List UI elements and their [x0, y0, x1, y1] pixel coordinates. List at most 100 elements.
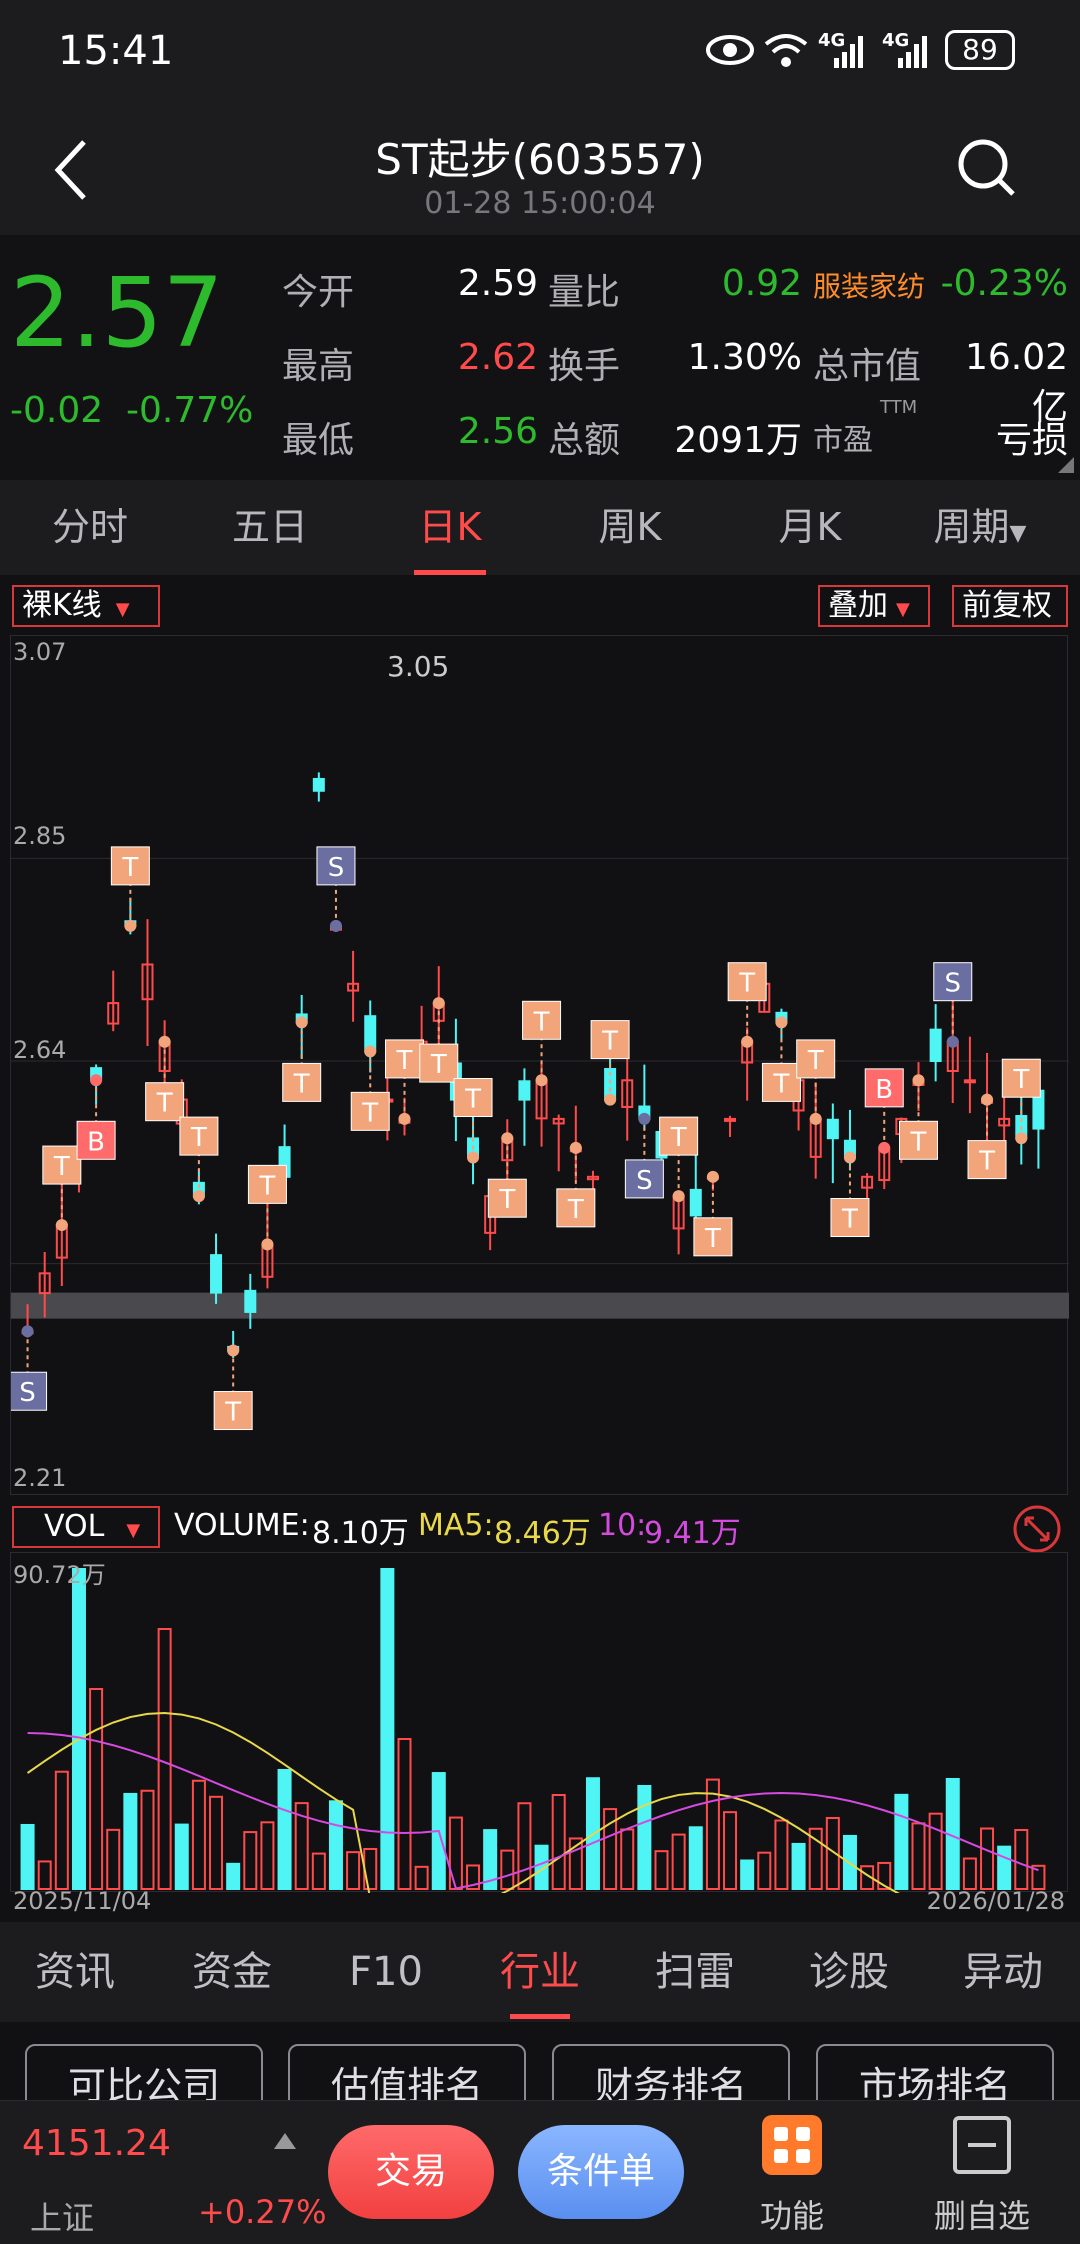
- open-label: 今开: [282, 272, 355, 313]
- support-band: [11, 1292, 1069, 1319]
- function-button[interactable]: 功能: [740, 2111, 844, 2241]
- kline-toolbar: 裸K线 ▼ 叠加 ▼ 前复权: [0, 575, 1080, 635]
- volume-max-label: 90.72万: [13, 1561, 106, 1589]
- grid-icon: [762, 2115, 822, 2175]
- marker-dot: [569, 1141, 582, 1154]
- low-value: 2.56: [457, 411, 538, 452]
- volume-bar: [671, 1833, 686, 1890]
- ma5-label: MA5:: [418, 1508, 494, 1543]
- price-change-pct: -0.77%: [126, 390, 254, 431]
- dropdown-icon: ▼: [896, 599, 910, 620]
- marker-dot: [775, 1016, 788, 1029]
- end-date-label: 2026/01/28: [926, 1887, 1065, 1915]
- trade-button[interactable]: 交易: [328, 2125, 494, 2219]
- marker-dot: [124, 919, 137, 932]
- quote-panel: 2.57 -0.02 -0.77% 今开 2.59 最高 2.62 最低 2.5…: [0, 235, 1080, 480]
- kline-svg: STBTTTTTTSTT TTTTTTSTTTTTTBTSTT: [8, 772, 1069, 1431]
- tab-news[interactable]: 资讯: [10, 1922, 140, 2022]
- tab-diagnosis[interactable]: 诊股: [784, 1922, 914, 2022]
- volume-bar: [260, 1821, 275, 1890]
- trade-marker-text: S: [945, 969, 962, 999]
- amount-value: 2091万: [674, 420, 802, 461]
- remove-watchlist-button[interactable]: 删自选: [920, 2111, 1044, 2241]
- trade-marker-text: T: [704, 1224, 721, 1254]
- tab-daily-k[interactable]: 日K: [380, 480, 520, 575]
- tab-intraday[interactable]: 分时: [20, 480, 160, 575]
- overlay-select[interactable]: 叠加 ▼: [818, 585, 930, 627]
- marker-dot: [946, 1035, 959, 1048]
- turnover-label: 换手: [548, 346, 621, 387]
- start-date-label: 2025/11/04: [13, 1887, 152, 1915]
- marker-dot: [604, 1093, 617, 1106]
- pe-label: 市盈: [813, 423, 873, 458]
- candle-body: [244, 1289, 257, 1313]
- marker-dot: [672, 1190, 685, 1203]
- candle-body: [724, 1117, 737, 1122]
- marker-dot: [295, 1016, 308, 1029]
- volume-bar: [123, 1792, 138, 1890]
- volume-bar: [500, 1849, 515, 1890]
- volume-bar: [243, 1831, 258, 1890]
- adjust-button[interactable]: 前复权: [952, 585, 1068, 627]
- ma10-value: 9.41万: [644, 1516, 741, 1551]
- page-title: ST起步(603557): [375, 135, 705, 184]
- trade-marker-text: T: [156, 1089, 173, 1119]
- index-pct: +0.27%: [198, 2193, 327, 2231]
- y-label-2: 2.85: [13, 822, 67, 850]
- price-change: -0.02: [10, 390, 104, 431]
- tab-monthly-k[interactable]: 月K: [740, 480, 880, 575]
- status-time: 15:41: [58, 28, 174, 74]
- candle-body: [210, 1254, 223, 1294]
- caret-up-icon[interactable]: [272, 2131, 298, 2151]
- trade-marker-text: T: [567, 1195, 584, 1225]
- trade-marker-text: T: [738, 969, 755, 999]
- function-label: 功能: [759, 2197, 824, 2235]
- volume-bar: [517, 1802, 532, 1890]
- marker-dot: [55, 1219, 68, 1232]
- tab-industry[interactable]: 行业: [475, 1922, 605, 2022]
- volume-value: 8.10万: [312, 1516, 409, 1551]
- marker-dot: [261, 1238, 274, 1251]
- wifi-icon: [764, 34, 808, 67]
- expand-corner-icon[interactable]: [1058, 457, 1074, 473]
- candle-body: [826, 1118, 839, 1140]
- volume-bar: [414, 1865, 429, 1890]
- remove-label: 删自选: [933, 2197, 1030, 2235]
- tab-weekly-k[interactable]: 周K: [560, 480, 700, 575]
- volume-bar: [1014, 1828, 1029, 1890]
- marker-dot: [90, 1074, 103, 1087]
- volume-bar: [705, 1778, 720, 1891]
- tab-funds[interactable]: 资金: [167, 1922, 297, 2022]
- volume-ratio-label: 量比: [548, 272, 621, 313]
- volume-bar: [980, 1827, 995, 1891]
- condition-order-button[interactable]: 条件单: [518, 2125, 684, 2219]
- trade-marker-text: T: [224, 1398, 241, 1428]
- search-icon[interactable]: [955, 136, 1019, 200]
- tab-anomaly[interactable]: 异动: [938, 1922, 1068, 2022]
- signal-icon-2: [898, 36, 927, 68]
- marker-dot: [467, 1151, 480, 1164]
- marker-dot: [843, 1151, 856, 1164]
- marker-dot: [501, 1132, 514, 1145]
- industry-name[interactable]: 服装家纺: [813, 265, 925, 305]
- volume-bar: [37, 1860, 52, 1890]
- volume-bar: [448, 1816, 463, 1891]
- dropdown-icon: ▼: [115, 599, 130, 620]
- remove-icon: [953, 2116, 1011, 2174]
- indicator-select[interactable]: VOL ▼: [12, 1506, 160, 1548]
- tab-period[interactable]: 周期▼: [920, 480, 1040, 575]
- candle-body: [689, 1188, 702, 1217]
- trade-marker-text: T: [464, 1085, 481, 1115]
- tab-five-day[interactable]: 五日: [200, 480, 340, 575]
- fullscreen-icon[interactable]: [1012, 1504, 1062, 1554]
- kline-chart[interactable]: STBTTTTTTSTTTTTTTTSTTTTTTBTSTT 3.07 2.85…: [8, 635, 1069, 1495]
- volume-chart[interactable]: 90.72万 2025/11/04 2026/01/28: [10, 1552, 1068, 1915]
- candle-body: [518, 1080, 531, 1101]
- tab-f10[interactable]: F10: [321, 1922, 451, 2022]
- trade-marker-text: T: [258, 1171, 275, 1201]
- volume-bar: [997, 1845, 1012, 1890]
- marker-dot: [192, 1190, 205, 1203]
- tab-risk-scan[interactable]: 扫雷: [630, 1922, 760, 2022]
- kline-style-select[interactable]: 裸K线 ▼: [12, 585, 160, 627]
- volume-bar: [757, 1851, 772, 1890]
